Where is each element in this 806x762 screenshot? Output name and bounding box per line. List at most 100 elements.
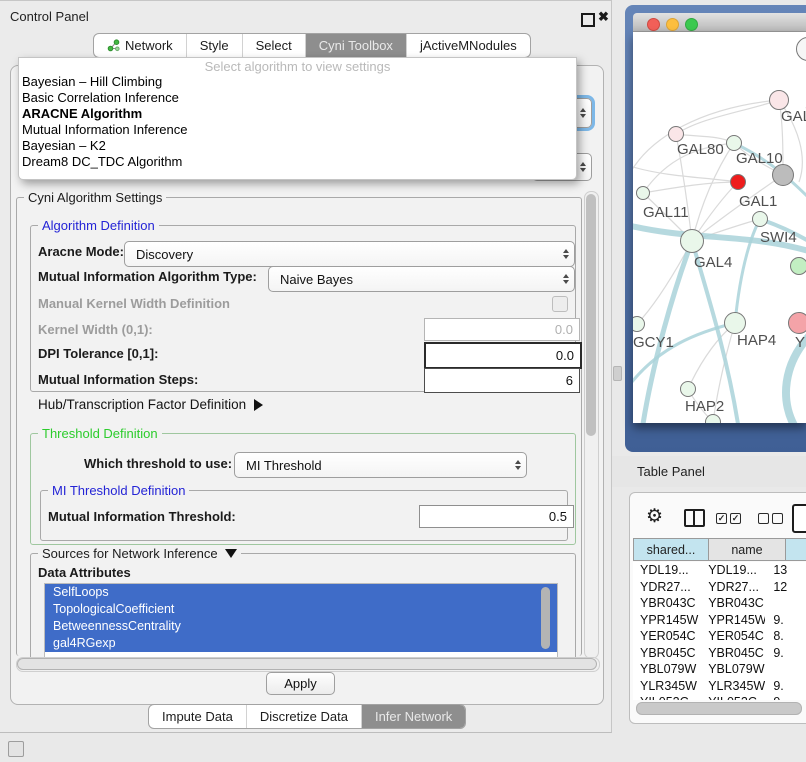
settings-scrollbar-thumb[interactable] — [586, 194, 596, 436]
algorithm-list: Bayesian – Hill ClimbingBasic Correlatio… — [19, 74, 576, 170]
float-window-icon[interactable] — [581, 13, 595, 27]
network-icon — [107, 39, 120, 52]
algorithm-option[interactable]: Dream8 DC_TDC Algorithm — [19, 154, 576, 170]
combo-stepper-icon — [575, 162, 591, 172]
table-row[interactable]: YLR345WYLR345W9. — [633, 678, 806, 695]
collapsed-panel-button[interactable] — [8, 741, 24, 757]
node-gray[interactable] — [772, 164, 794, 186]
table-row[interactable]: YIL052CYIL052C9 — [633, 694, 806, 700]
tab-style[interactable]: Style — [187, 34, 243, 57]
algorithm-option[interactable]: Basic Correlation Inference — [19, 90, 576, 106]
network-window-titlebar[interactable] — [633, 13, 806, 32]
mi-threshold-label: Mutual Information Threshold: — [48, 509, 236, 524]
top-tab-bar: NetworkStyleSelectCyni ToolboxjActiveMNo… — [93, 33, 531, 58]
attributes-scrollbar-thumb[interactable] — [541, 587, 550, 649]
node-gal10-label: GAL10 — [736, 150, 783, 167]
manual-kernel-label: Manual Kernel Width Definition — [38, 296, 230, 311]
settings-hscrollbar-thumb[interactable] — [17, 658, 597, 670]
collapse-down-icon[interactable] — [225, 549, 237, 558]
algorithm-option[interactable]: Bayesian – K2 — [19, 138, 576, 154]
node-partial-bottom[interactable] — [705, 414, 721, 423]
table-row[interactable]: YBR043CYBR043C — [633, 595, 806, 612]
attribute-item[interactable]: gal4RGexp — [45, 635, 557, 652]
expand-right-icon[interactable] — [254, 399, 263, 411]
column-header-clipped[interactable] — [786, 538, 806, 561]
new-table-icon[interactable] — [792, 504, 806, 533]
algorithm-option[interactable]: Mutual Information Inference — [19, 122, 576, 138]
table-hscrollbar-thumb[interactable] — [636, 702, 802, 715]
node-swi4-label: SWI4 — [760, 229, 797, 246]
node-gal11[interactable] — [636, 186, 650, 200]
table-cell: YDR27... — [701, 580, 765, 594]
table-cell: 9. — [765, 613, 806, 627]
panel-splitter-handle[interactable] — [613, 366, 622, 381]
table-cell: YLR345W — [633, 679, 701, 693]
combo-stepper-icon — [558, 274, 574, 284]
mi-steps-field[interactable]: 6 — [424, 368, 580, 393]
close-window-icon[interactable] — [647, 18, 660, 31]
node-y-clipped[interactable] — [788, 312, 806, 334]
table-row[interactable]: YBR045CYBR045C9. — [633, 645, 806, 662]
node-swi4[interactable] — [790, 257, 806, 275]
node-gal-clipped[interactable] — [769, 90, 789, 110]
table-row[interactable]: YPR145WYPR145W9. — [633, 612, 806, 629]
which-threshold-select[interactable]: MI Threshold — [234, 452, 527, 478]
algorithm-definition-title: Algorithm Definition — [38, 218, 159, 233]
zoom-window-icon[interactable] — [685, 18, 698, 31]
node-gal11-label: GAL11 — [643, 204, 689, 221]
tab-cyni-toolbox[interactable]: Cyni Toolbox — [306, 34, 407, 57]
which-threshold-label: Which threshold to use: — [84, 456, 232, 471]
node-hap4[interactable] — [724, 312, 746, 334]
attribute-item[interactable]: BetweennessCentrality — [45, 618, 557, 635]
aracne-mode-select[interactable]: Discovery — [124, 241, 575, 267]
data-attributes-list[interactable]: SelfLoopsTopologicalCoefficientBetweenne… — [44, 583, 558, 659]
table-row[interactable]: YBL079WYBL079W — [633, 661, 806, 678]
network-canvas[interactable]: GALGAL80GAL10GAL1GAL11GAL4SWI4GCY1HAP4YH… — [633, 32, 806, 423]
apply-button[interactable]: Apply — [266, 672, 335, 695]
sources-group-title: Sources for Network Inference — [42, 546, 218, 561]
table-cell: 13 — [765, 563, 806, 577]
columns-icon[interactable] — [684, 509, 705, 527]
kernel-width-field[interactable]: 0.0 — [424, 318, 580, 341]
table-cell: 9. — [765, 646, 806, 660]
tab-network[interactable]: Network — [94, 34, 187, 57]
mi-threshold-field[interactable]: 0.5 — [419, 505, 574, 528]
attribute-item[interactable]: SelfLoops — [45, 584, 557, 601]
hub-definition-row[interactable]: Hub/Transcription Factor Definition — [38, 397, 263, 412]
mi-algorithm-type-select[interactable]: Naive Bayes — [268, 266, 575, 292]
algorithm-option[interactable]: Bayesian – Hill Climbing — [19, 74, 576, 90]
tab-impute-data[interactable]: Impute Data — [149, 705, 247, 728]
gear-icon[interactable]: ⚙ — [646, 505, 663, 528]
kernel-width-label: Kernel Width (0,1): — [38, 322, 153, 337]
algorithm-option[interactable]: ARACNE Algorithm — [19, 106, 576, 122]
table-cell: 9. — [765, 679, 806, 693]
node-gal80[interactable] — [668, 126, 684, 142]
table-cell: 12 — [765, 580, 806, 594]
deselect-all-icon[interactable] — [758, 513, 783, 524]
table-row[interactable]: YDR27...YDR27...12 — [633, 579, 806, 596]
node-hap2[interactable] — [680, 381, 696, 397]
node-gal4[interactable] — [680, 229, 704, 253]
attribute-item[interactable]: TopologicalCoefficient — [45, 601, 557, 618]
node-gal4-label: GAL4 — [694, 254, 732, 271]
tab-jactivemnodules[interactable]: jActiveMNodules — [407, 34, 530, 57]
node-red[interactable] — [730, 174, 746, 190]
minimize-window-icon[interactable] — [666, 18, 679, 31]
column-header-name[interactable]: name — [709, 538, 786, 561]
node-gal10[interactable] — [726, 135, 742, 151]
tab-select[interactable]: Select — [243, 34, 306, 57]
table-row[interactable]: YDL19...YDL19...13 — [633, 562, 806, 579]
mi-algorithm-type-label: Mutual Information Algorithm Type: — [38, 269, 257, 284]
data-attributes-label: Data Attributes — [38, 565, 131, 580]
close-panel-icon[interactable]: ✖ — [598, 9, 609, 25]
manual-kernel-checkbox[interactable] — [552, 296, 568, 312]
dpi-tolerance-field[interactable]: 0.0 — [424, 342, 582, 369]
node-gal1[interactable] — [752, 211, 768, 227]
table-row[interactable]: YER054CYER054C8. — [633, 628, 806, 645]
sources-group-title-row[interactable]: Sources for Network Inference — [38, 546, 241, 561]
column-header-shared[interactable]: shared... — [633, 538, 709, 561]
tab-discretize-data[interactable]: Discretize Data — [247, 705, 362, 728]
select-all-icon[interactable]: ✓✓ — [716, 513, 741, 524]
tab-infer-network[interactable]: Infer Network — [362, 705, 465, 728]
table-cell: 8. — [765, 629, 806, 643]
